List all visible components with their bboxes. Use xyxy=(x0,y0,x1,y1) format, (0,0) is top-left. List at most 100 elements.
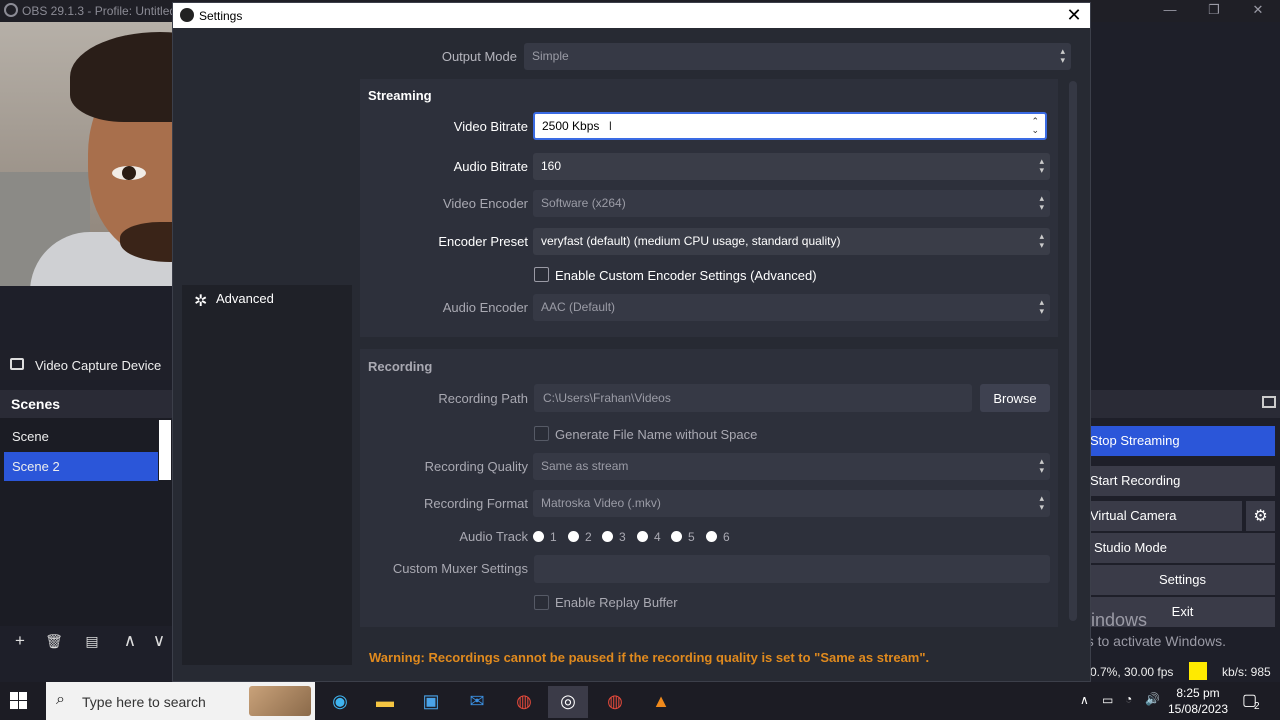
scene-label: Scene xyxy=(12,429,49,444)
studio-mode-button[interactable]: Studio Mode xyxy=(1090,533,1275,563)
recording-path-field[interactable]: C:\Users\Frahan\Videos xyxy=(534,384,972,412)
updown-arrows-icon: ▴ ▾ xyxy=(1039,493,1044,512)
audio-track-radio[interactable] xyxy=(533,531,544,542)
audio-track-radio[interactable] xyxy=(706,531,717,542)
left-pupil xyxy=(122,166,136,180)
settings-button[interactable]: Settings xyxy=(1090,565,1275,595)
encoder-preset-label: Encoder Preset xyxy=(438,234,528,249)
remove-scene-button[interactable]: 🗑 xyxy=(41,630,67,654)
streaming-group-title: Streaming xyxy=(368,88,432,103)
output-mode-select[interactable]: Simple ▴ ▾ xyxy=(524,43,1071,70)
obs-icon[interactable]: ◎ xyxy=(548,686,588,718)
video-encoder-value: Software (x264) xyxy=(541,196,626,210)
search-placeholder: Type here to search xyxy=(82,694,206,710)
audio-bitrate-select[interactable]: 160 ▴ ▾ xyxy=(533,153,1050,180)
virtual-camera-button[interactable]: Virtual Camera xyxy=(1090,501,1242,531)
output-mode-value: Simple xyxy=(532,49,569,63)
scene-item-selected[interactable]: Scene 2 xyxy=(4,452,158,481)
recording-path-value: C:\Users\Frahan\Videos xyxy=(543,391,671,405)
text-cursor-icon: I xyxy=(608,119,613,133)
close-button[interactable]: ✕ xyxy=(1236,0,1280,22)
video-bitrate-value: 2500 Kbps xyxy=(542,119,600,133)
clock-date: 15/08/2023 xyxy=(1167,702,1229,716)
store-icon[interactable]: ▣ xyxy=(411,686,451,718)
settings-scrollbar[interactable] xyxy=(1069,81,1077,621)
windows-start-icon[interactable] xyxy=(10,692,28,710)
video-bitrate-spinbox[interactable]: 2500 Kbps I ⌃ ⌄ xyxy=(533,112,1047,140)
minimize-button[interactable]: — xyxy=(1148,0,1192,22)
taskbar-clock[interactable]: 8:25 pm 15/08/2023 xyxy=(1160,685,1236,717)
add-scene-button[interactable]: + xyxy=(7,630,33,654)
recording-format-select[interactable]: Matroska Video (.mkv) ▴ ▾ xyxy=(533,490,1050,517)
taskbar: ⌕ Type here to search ◉ ▬ ▣ ✉ ◍ ◎ ◍ ▲ ∧ … xyxy=(0,682,1280,720)
replay-buffer-label[interactable]: Enable Replay Buffer xyxy=(555,595,678,610)
custom-encoder-checkbox[interactable] xyxy=(534,267,549,282)
stop-streaming-button[interactable]: Stop Streaming xyxy=(1090,426,1275,456)
undock-icon[interactable] xyxy=(1262,396,1276,408)
notification-count: 2 xyxy=(1254,701,1260,712)
maximize-button[interactable]: ❐ xyxy=(1192,0,1236,22)
edge-icon[interactable]: ◉ xyxy=(320,686,360,718)
recording-group-title: Recording xyxy=(368,359,433,374)
browse-button[interactable]: Browse xyxy=(980,384,1050,412)
scenes-list: Scene Scene 2 xyxy=(0,418,172,658)
custom-encoder-label[interactable]: Enable Custom Encoder Settings (Advanced… xyxy=(555,268,817,283)
scene-filter-button[interactable]: ▤ xyxy=(79,630,105,654)
updown-arrows-icon: ▴ ▾ xyxy=(1039,231,1044,250)
battery-icon[interactable]: ▭ xyxy=(1102,693,1113,720)
stream-health-indicator xyxy=(1189,662,1207,680)
recording-quality-select[interactable]: Same as stream ▴ ▾ xyxy=(533,453,1050,480)
audio-track-number: 5 xyxy=(688,530,695,544)
search-highlight-image xyxy=(249,686,311,716)
output-mode-label: Output Mode xyxy=(441,49,517,64)
vlc-icon[interactable]: ▲ xyxy=(641,686,681,718)
no-space-label[interactable]: Generate File Name without Space xyxy=(555,427,757,442)
wifi-icon[interactable]: ◔ xyxy=(1125,692,1132,720)
audio-track-radio[interactable] xyxy=(602,531,613,542)
audio-track-radio[interactable] xyxy=(568,531,579,542)
chrome-icon[interactable]: ◍ xyxy=(504,686,544,718)
scenes-scrollbar[interactable] xyxy=(159,420,171,480)
replay-buffer-checkbox[interactable] xyxy=(534,595,549,610)
nav-item-label: Advanced xyxy=(216,291,274,306)
virtual-camera-settings-gear-icon[interactable]: ⚙ xyxy=(1246,501,1275,531)
move-scene-up-button[interactable]: ∧ xyxy=(117,630,143,654)
clock-time: 8:25 pm xyxy=(1176,686,1220,700)
updown-arrows-icon: ▴ ▾ xyxy=(1039,456,1044,475)
audio-track-label: Audio Track xyxy=(459,529,528,544)
explorer-icon[interactable]: ▬ xyxy=(365,686,405,718)
chrome-icon[interactable]: ◍ xyxy=(595,686,635,718)
audio-encoder-select[interactable]: AAC (Default) ▴ ▾ xyxy=(533,294,1050,321)
spin-arrows-icon[interactable]: ⌃ ⌄ xyxy=(1031,117,1039,135)
show-hidden-icons-icon[interactable]: ∧ xyxy=(1080,693,1089,720)
audio-track-radio[interactable] xyxy=(671,531,682,542)
status-bar: 0.7%, 30.00 fps kb/s: 985 xyxy=(1090,658,1280,684)
updown-arrows-icon: ▴ ▾ xyxy=(1039,156,1044,175)
audio-track-number: 3 xyxy=(619,530,626,544)
camera-icon xyxy=(10,358,24,370)
settings-close-button[interactable]: ✕ xyxy=(1064,5,1084,26)
audio-track-number: 6 xyxy=(723,530,730,544)
no-space-checkbox[interactable] xyxy=(534,426,549,441)
audio-bitrate-value: 160 xyxy=(541,159,562,173)
scene-label: Scene 2 xyxy=(12,459,60,474)
custom-muxer-input[interactable] xyxy=(534,555,1050,583)
audio-track-number: 2 xyxy=(585,530,592,544)
encoder-preset-select[interactable]: veryfast (default) (medium CPU usage, st… xyxy=(533,228,1050,255)
bitrate-readout: kb/s: 985 xyxy=(1222,665,1271,679)
updown-arrows-icon: ▴ ▾ xyxy=(1039,193,1044,212)
audio-track-radio[interactable] xyxy=(637,531,648,542)
cpu-fps-readout: 0.7%, 30.00 fps xyxy=(1090,665,1174,679)
nav-item-advanced[interactable]: ✲ Advanced xyxy=(194,291,274,310)
mail-icon[interactable]: ✉ xyxy=(457,686,497,718)
audio-bitrate-label: Audio Bitrate xyxy=(453,159,528,174)
scene-item[interactable]: Scene xyxy=(4,422,158,451)
recording-format-label: Recording Format xyxy=(423,496,528,511)
selected-source-label: Video Capture Device xyxy=(35,358,162,373)
volume-icon[interactable]: 🔊 xyxy=(1145,692,1160,720)
taskbar-search-box[interactable]: ⌕ Type here to search xyxy=(46,682,315,720)
video-encoder-select[interactable]: Software (x264) ▴ ▾ xyxy=(533,190,1050,217)
start-recording-button[interactable]: Start Recording xyxy=(1090,466,1275,496)
source-toolbar: Video Capture Device xyxy=(0,350,172,380)
move-scene-down-button[interactable]: ∨ xyxy=(146,630,172,654)
